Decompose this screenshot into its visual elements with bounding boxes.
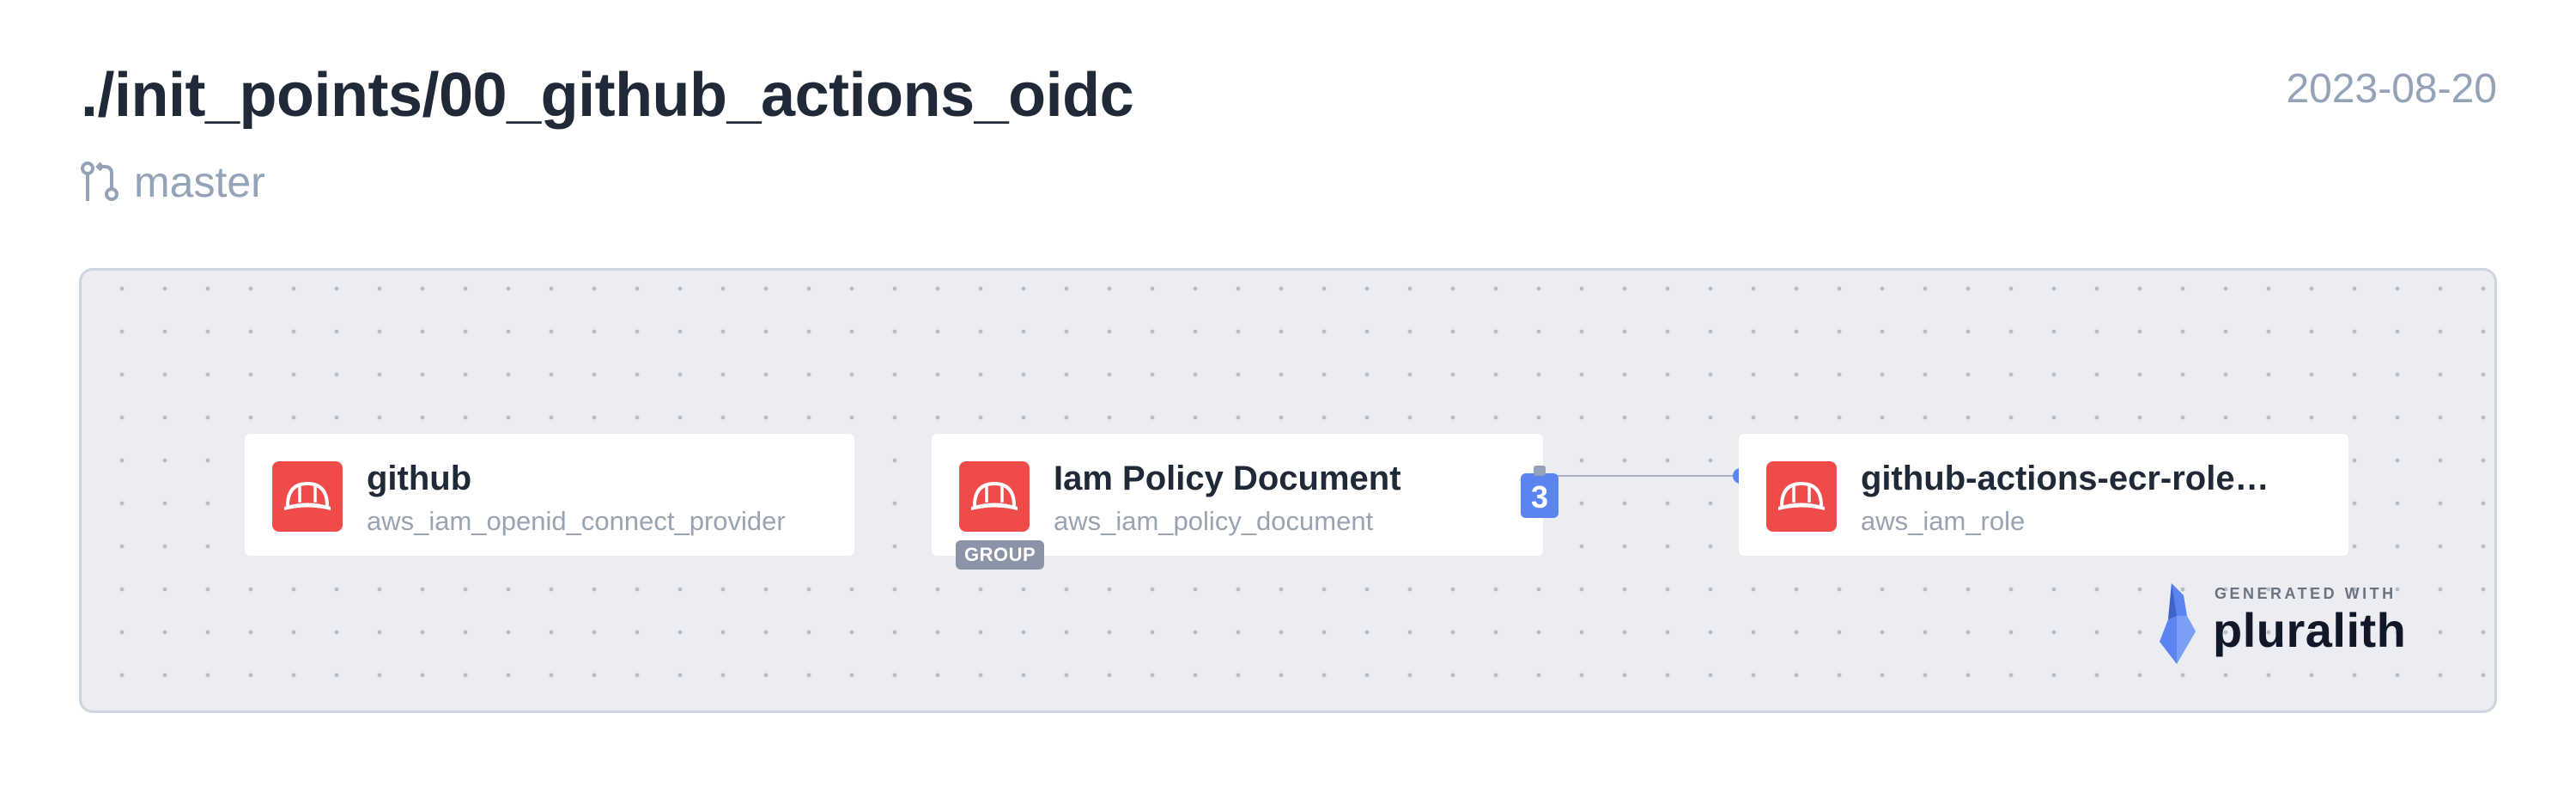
pluralith-branding[interactable]: GENERATED WITH pluralith xyxy=(2158,582,2433,667)
count-badge[interactable]: 3 xyxy=(1521,466,1558,518)
branch-info: master xyxy=(79,156,265,208)
hardhat-icon xyxy=(959,461,1030,532)
node-type: aws_iam_policy_document xyxy=(1054,506,1374,536)
node-title: Iam Policy Document xyxy=(1054,460,1401,497)
node-type: aws_iam_role xyxy=(1861,506,2026,536)
generated-with-label: GENERATED WITH xyxy=(2215,585,2397,602)
group-badge[interactable]: GROUP xyxy=(956,540,1045,570)
date-label: 2023-08-20 xyxy=(2286,66,2497,112)
node-github[interactable]: github aws_iam_openid_connect_provider xyxy=(245,434,854,556)
page-title: ./init_points/00_github_actions_oidc xyxy=(81,61,1134,130)
node-title: github-actions-ecr-role… xyxy=(1861,460,2269,497)
git-branch-icon xyxy=(81,161,118,201)
node-title: github xyxy=(367,460,472,497)
node-type: aws_iam_openid_connect_provider xyxy=(367,506,786,536)
pluralith-logo-icon xyxy=(2160,583,2196,664)
node-iam-policy-document[interactable]: Iam Policy Document aws_iam_policy_docum… xyxy=(932,434,1558,570)
diagram-canvas[interactable]: github aws_iam_openid_connect_provider I… xyxy=(79,268,2497,713)
branch-name: master xyxy=(134,158,265,206)
node-github-actions-ecr-role[interactable]: github-actions-ecr-role… aws_iam_role xyxy=(1739,434,2348,556)
hardhat-icon xyxy=(272,461,343,532)
brand-name: pluralith xyxy=(2213,603,2407,657)
hardhat-icon xyxy=(1766,461,1837,532)
